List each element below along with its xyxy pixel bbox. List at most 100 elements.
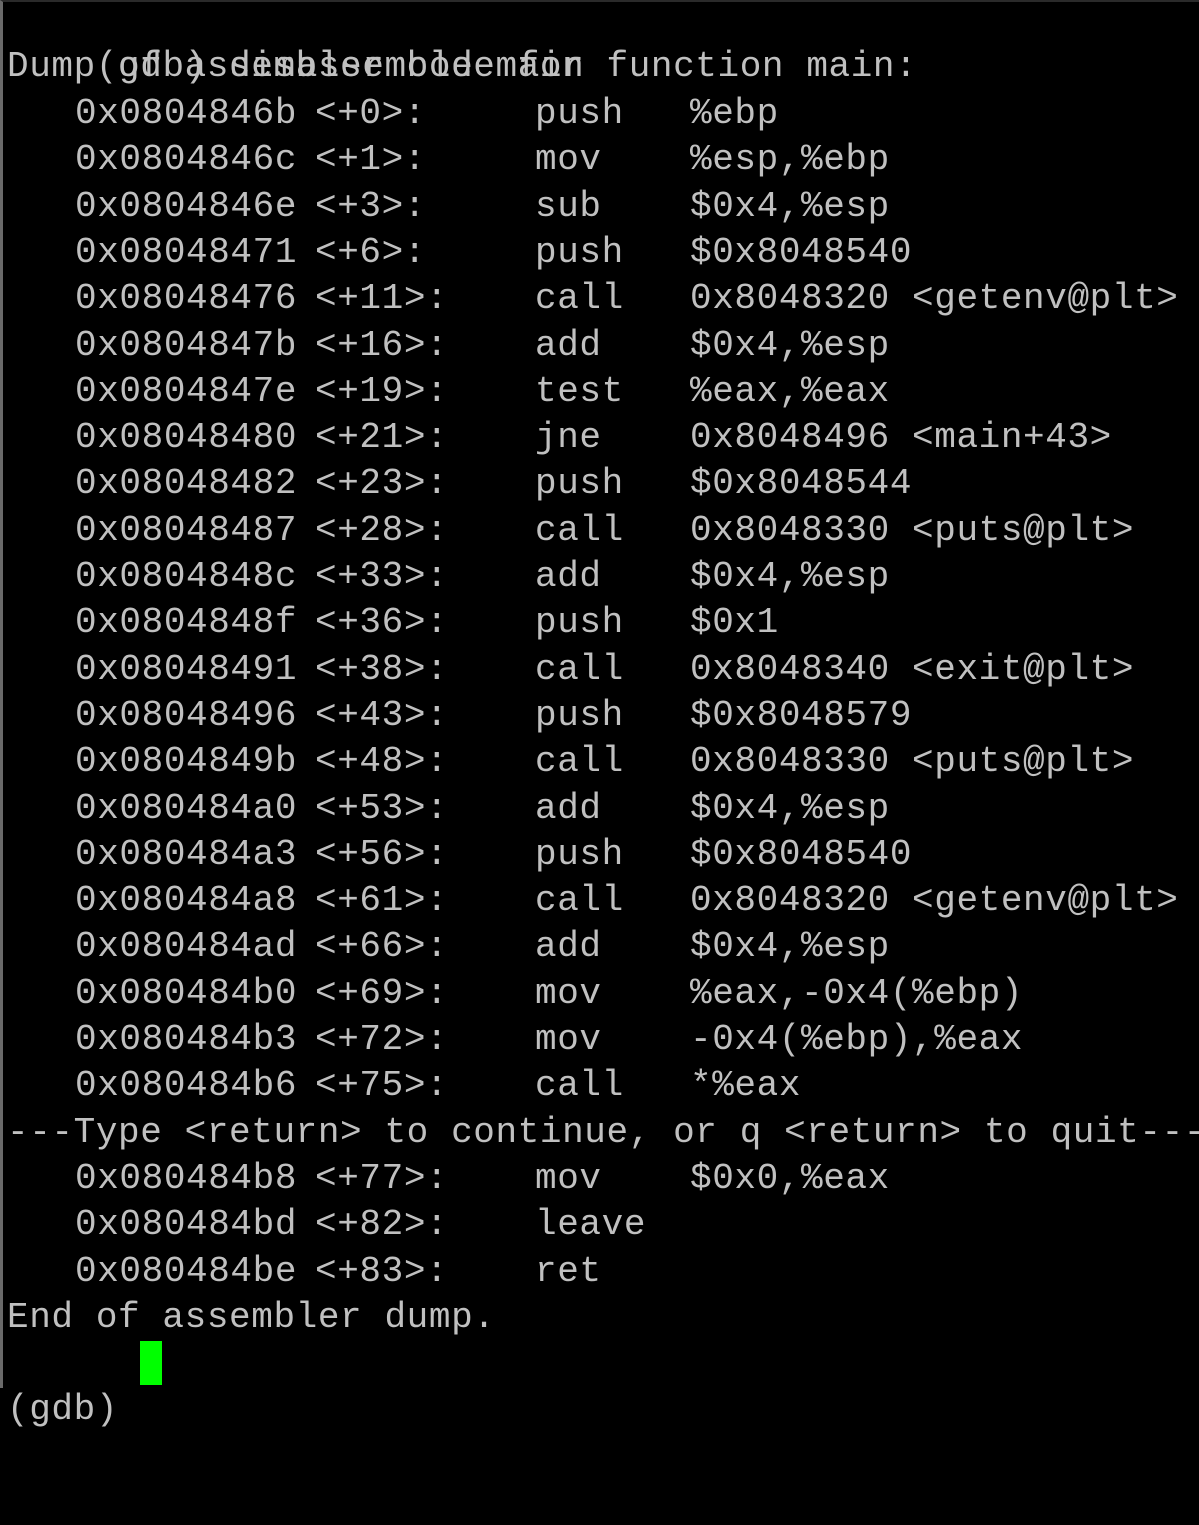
instruction-offset: <+1>: bbox=[315, 139, 427, 181]
instruction-mnemonic: mov bbox=[535, 1019, 602, 1060]
instruction-offset: <+16>: bbox=[315, 324, 449, 366]
instruction-operands: $0x8048540 bbox=[690, 231, 913, 273]
instruction-operands: 0x8048340 <exit@plt> bbox=[690, 648, 1135, 690]
instruction-operands: 0x8048496 <main+43> bbox=[690, 417, 1112, 459]
instruction-offset: <+0>: bbox=[315, 93, 427, 134]
instruction-operands: $0x8048540 bbox=[690, 833, 913, 875]
instruction-address: 0x0804846c bbox=[75, 139, 298, 181]
instruction-mnemonic: call bbox=[535, 648, 624, 690]
gdb-terminal[interactable]: (gdb) disassemble main Dump of assembler… bbox=[0, 0, 1199, 1430]
instruction-operands: 0x8048320 <getenv@plt> bbox=[690, 880, 1179, 922]
instruction-row: 0x0804848c <+33>: add $0x4,%esp bbox=[7, 554, 1197, 600]
instruction-operands: $0x8048544 bbox=[690, 463, 913, 505]
instruction-offset: <+48>: bbox=[315, 741, 449, 783]
instruction-row: 0x08048496 <+43>: push $0x8048579 bbox=[7, 693, 1197, 739]
instruction-offset: <+75>: bbox=[315, 1065, 449, 1107]
instruction-mnemonic: ret bbox=[535, 1250, 602, 1292]
instruction-offset: <+77>: bbox=[315, 1158, 449, 1199]
instruction-operands: $0x4,%esp bbox=[690, 926, 890, 968]
instruction-offset: <+28>: bbox=[315, 509, 449, 551]
dump-header: Dump of assembler code for function main… bbox=[7, 46, 918, 87]
instruction-address: 0x0804848f bbox=[75, 602, 298, 644]
instruction-operands: -0x4(%ebp),%eax bbox=[690, 1019, 1024, 1060]
instruction-address: 0x08048487 bbox=[75, 509, 298, 551]
instruction-mnemonic: add bbox=[535, 926, 602, 968]
instruction-operands: 0x8048330 <puts@plt> bbox=[690, 509, 1135, 551]
instruction-row: 0x080484b3 <+72>: mov -0x4(%ebp),%eax bbox=[7, 1017, 1197, 1063]
instruction-row: 0x08048482 <+23>: push $0x8048544 bbox=[7, 461, 1197, 507]
instruction-row: 0x080484a3 <+56>: push $0x8048540 bbox=[7, 832, 1197, 878]
instruction-mnemonic: mov bbox=[535, 139, 602, 181]
instruction-address: 0x0804849b bbox=[75, 741, 298, 783]
instruction-offset: <+61>: bbox=[315, 880, 449, 922]
instruction-row: 0x080484ad <+66>: add $0x4,%esp bbox=[7, 924, 1197, 970]
instruction-mnemonic: sub bbox=[535, 185, 602, 227]
instruction-address: 0x0804846b bbox=[75, 93, 298, 134]
instruction-row: 0x080484bd <+82>: leave bbox=[7, 1202, 1197, 1248]
instruction-mnemonic: push bbox=[535, 231, 624, 273]
instruction-row: 0x0804848f <+36>: push $0x1 bbox=[7, 600, 1197, 646]
instruction-row: 0x080484a0 <+53>: add $0x4,%esp bbox=[7, 786, 1197, 832]
instruction-mnemonic: leave bbox=[535, 1204, 647, 1246]
instruction-offset: <+38>: bbox=[315, 648, 449, 690]
instruction-mnemonic: add bbox=[535, 324, 602, 366]
instruction-operands: $0x8048579 bbox=[690, 694, 913, 736]
instruction-mnemonic: push bbox=[535, 463, 624, 505]
instruction-row: 0x0804849b <+48>: call 0x8048330 <puts@plt> bbox=[7, 739, 1197, 785]
instruction-offset: <+56>: bbox=[315, 833, 449, 875]
instruction-operands: %eax,%eax bbox=[690, 370, 890, 412]
instruction-mnemonic: call bbox=[535, 509, 624, 551]
instruction-row: 0x080484a8 <+61>: call 0x8048320 <getenv@pl… bbox=[7, 878, 1197, 924]
instruction-address: 0x080484b3 bbox=[75, 1019, 298, 1060]
instruction-address: 0x08048496 bbox=[75, 694, 298, 736]
instruction-operands: $0x1 bbox=[690, 602, 779, 644]
instruction-offset: <+43>: bbox=[315, 694, 449, 736]
instruction-offset: <+19>: bbox=[315, 370, 449, 412]
instruction-row: 0x080484b0 <+69>: mov %eax,-0x4(%ebp) bbox=[7, 971, 1197, 1017]
instruction-offset: <+69>: bbox=[315, 972, 449, 1014]
instruction-row: 0x08048491 <+38>: call 0x8048340 <exit@plt> bbox=[7, 647, 1197, 693]
instruction-address: 0x0804847b bbox=[75, 324, 298, 366]
instruction-row: 0x08048476 <+11>: call 0x8048320 <getenv@pl… bbox=[7, 276, 1197, 322]
instruction-address: 0x080484bd bbox=[75, 1204, 298, 1246]
instruction-address: 0x080484a0 bbox=[75, 787, 298, 829]
instruction-operands: %ebp bbox=[690, 93, 779, 134]
instruction-mnemonic: jne bbox=[535, 417, 602, 459]
gdb-prompt: (gdb) bbox=[7, 1389, 119, 1430]
instruction-address: 0x080484b0 bbox=[75, 972, 298, 1014]
instruction-mnemonic: call bbox=[535, 741, 624, 783]
instruction-row: 0x080484b6 <+75>: call *%eax bbox=[7, 1063, 1197, 1109]
instruction-address: 0x080484a8 bbox=[75, 880, 298, 922]
instruction-offset: <+83>: bbox=[315, 1250, 449, 1292]
instruction-mnemonic: add bbox=[535, 787, 602, 829]
instruction-operands: %esp,%ebp bbox=[690, 139, 890, 181]
instruction-mnemonic: mov bbox=[535, 1158, 602, 1199]
instruction-address: 0x08048480 bbox=[75, 417, 298, 459]
instruction-offset: <+72>: bbox=[315, 1019, 449, 1060]
instruction-operands: $0x4,%esp bbox=[690, 324, 890, 366]
instruction-row: 0x0804847b <+16>: add $0x4,%esp bbox=[7, 323, 1197, 369]
instruction-mnemonic: push bbox=[535, 93, 624, 134]
instruction-address: 0x080484a3 bbox=[75, 833, 298, 875]
instruction-row: 0x0804846e <+3>: sub $0x4,%esp bbox=[7, 184, 1197, 230]
command-line: (gdb) disassemble main bbox=[7, 0, 584, 87]
instruction-address: 0x0804848c bbox=[75, 556, 298, 597]
instruction-row: 0x080484be <+83>: ret bbox=[7, 1249, 1197, 1295]
instruction-mnemonic: call bbox=[535, 880, 624, 922]
dump-footer: End of assembler dump. bbox=[7, 1297, 496, 1338]
instruction-operands: 0x8048320 <getenv@plt> bbox=[690, 278, 1179, 320]
instruction-operands: *%eax bbox=[690, 1065, 802, 1107]
instruction-address: 0x08048482 bbox=[75, 463, 298, 505]
instruction-offset: <+36>: bbox=[315, 602, 449, 644]
instruction-mnemonic: add bbox=[535, 556, 602, 597]
instruction-row: 0x08048480 <+21>: jne 0x8048496 <main+43> bbox=[7, 415, 1197, 461]
instruction-address: 0x08048471 bbox=[75, 231, 298, 273]
instruction-mnemonic: push bbox=[535, 694, 624, 736]
pager-message: ---Type <return> to continue, or q <retu… bbox=[7, 1112, 1199, 1153]
instruction-operands: $0x4,%esp bbox=[690, 787, 890, 829]
instruction-offset: <+33>: bbox=[315, 556, 449, 597]
instruction-mnemonic: push bbox=[535, 602, 624, 644]
final-prompt-line[interactable]: (gdb) bbox=[7, 1341, 407, 1430]
instruction-offset: <+3>: bbox=[315, 185, 427, 227]
instruction-offset: <+21>: bbox=[315, 417, 449, 459]
